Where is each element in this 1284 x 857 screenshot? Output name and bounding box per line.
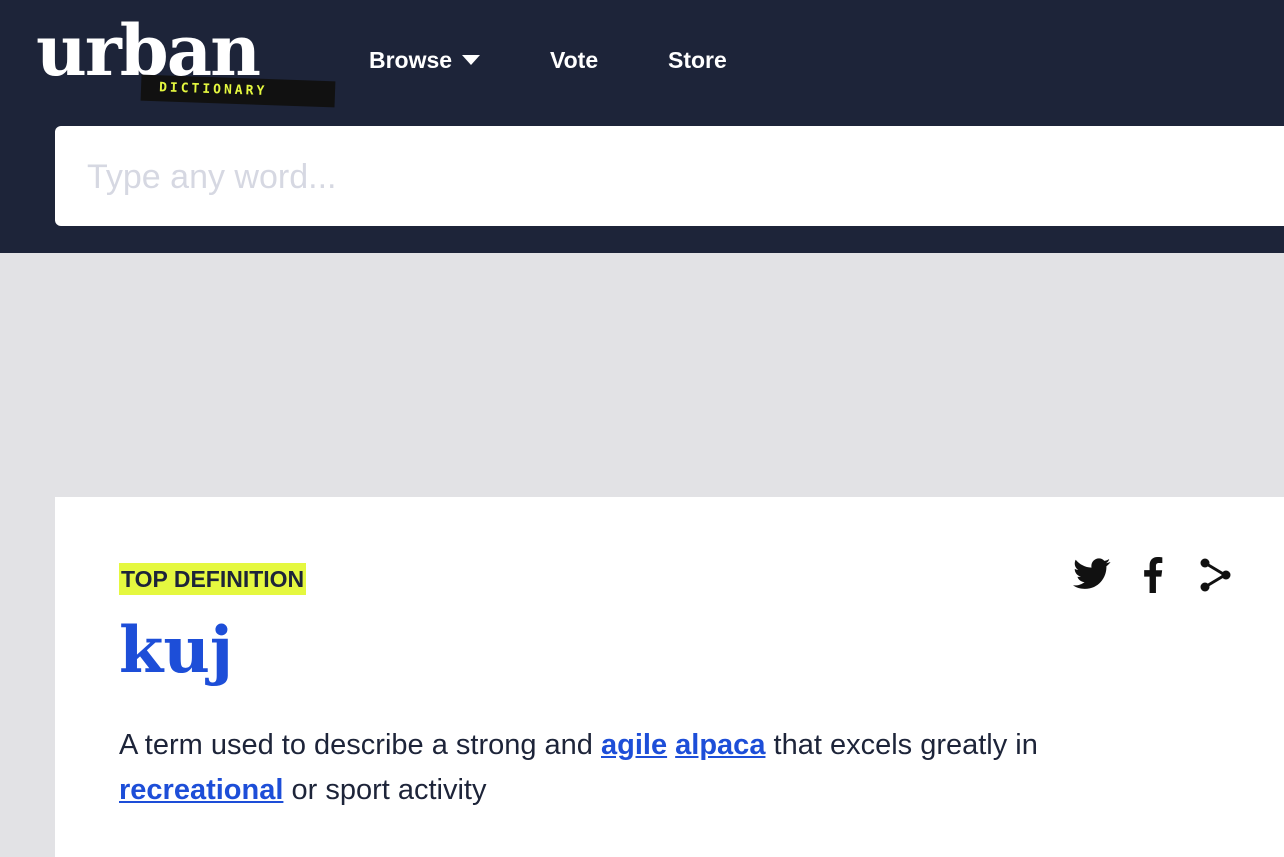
share-icon[interactable]	[1199, 557, 1239, 597]
twitter-icon[interactable]	[1073, 557, 1113, 597]
definition-part-1: A term used to describe a strong and	[119, 729, 601, 761]
chevron-down-icon	[462, 54, 481, 65]
logo-tagline: DICTIONARY	[158, 80, 268, 100]
nav-vote[interactable]: Vote	[550, 44, 598, 76]
site-logo[interactable]: urban DICTIONARY	[36, 6, 336, 110]
definition-text: A term used to describe a strong and agi…	[119, 723, 1099, 813]
link-agile[interactable]: agile	[601, 729, 667, 761]
nav-browse-label: Browse	[369, 47, 453, 73]
definition-part-3: or sport activity	[283, 774, 487, 806]
link-recreational[interactable]: recreational	[119, 774, 283, 806]
defined-word[interactable]: kuj	[119, 609, 233, 693]
nav-vote-label: Vote	[550, 47, 599, 73]
site-header: urban DICTIONARY Browse Vote Store	[0, 0, 1284, 253]
nav-store[interactable]: Store	[668, 44, 727, 76]
facebook-icon[interactable]	[1143, 557, 1183, 597]
link-alpaca[interactable]: alpaca	[675, 729, 765, 761]
nav-store-label: Store	[668, 47, 727, 73]
top-definition-badge: TOP DEFINITION	[119, 563, 307, 595]
logo-tagline-badge: DICTIONARY	[140, 74, 336, 108]
search-input[interactable]	[85, 154, 1239, 200]
nav-browse[interactable]: Browse	[369, 44, 481, 76]
search-box	[55, 126, 1284, 226]
definition-part-2: that excels greatly in	[765, 729, 1038, 761]
definition-card: TOP DEFINITION kuj A term used to descri…	[55, 497, 1284, 857]
